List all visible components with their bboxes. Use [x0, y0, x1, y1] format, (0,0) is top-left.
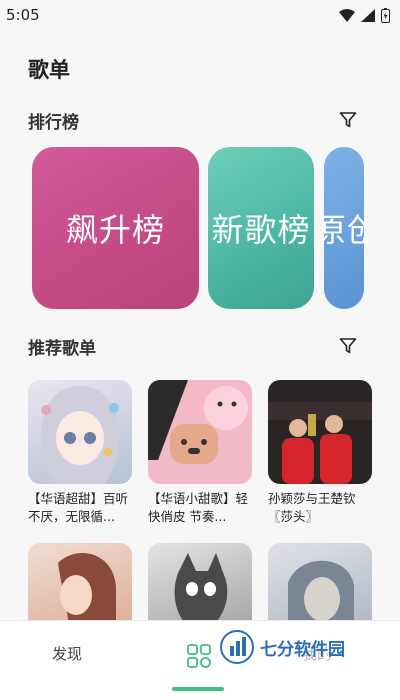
athletes-photo-cover-art	[268, 402, 372, 484]
ranking-card-soaring[interactable]: 飙升榜	[32, 147, 199, 309]
playlist-cover	[148, 380, 252, 484]
status-time: 5:05	[6, 6, 40, 24]
playlist-cover	[268, 380, 372, 484]
playlist-title: 孙颖莎与王楚钦〖莎头〗	[268, 491, 356, 524]
rankings-header: 排行榜	[28, 107, 360, 133]
recommended-header: 推荐歌单	[28, 333, 360, 359]
rankings-filter-button[interactable]	[336, 108, 360, 132]
nav-tab-discover[interactable]: 发现	[52, 643, 82, 664]
rankings-carousel[interactable]: 飙升榜 新歌榜 原创	[32, 147, 400, 309]
cartoon-bear-cover-art	[148, 380, 248, 464]
anime-girl-cover-art	[41, 386, 119, 484]
ranking-card-label: 新歌榜	[211, 211, 311, 249]
playlist-item[interactable]: 孙颖莎与王楚钦〖莎头〗	[268, 380, 372, 526]
page-title: 歌单	[28, 58, 70, 82]
playlist-title: 【华语超甜】百听不厌，无限循...	[28, 491, 129, 524]
playlist-item[interactable]: 【华语小甜歌】轻快俏皮 节奏...	[148, 380, 252, 526]
status-icons	[339, 7, 390, 23]
watermark: 七分软件园	[220, 630, 345, 664]
recommended-filter-button[interactable]	[336, 334, 360, 358]
filter-icon	[339, 338, 357, 354]
nav-tab-playlists[interactable]	[186, 643, 212, 669]
ranking-card-label: 原创	[324, 211, 364, 249]
ranking-card-original[interactable]: 原创	[324, 147, 364, 309]
playlist-item[interactable]: 【华语超甜】百听不厌，无限循...	[28, 380, 132, 526]
rankings-title: 排行榜	[28, 112, 79, 133]
ranking-card-new-songs[interactable]: 新歌榜	[208, 147, 314, 309]
nav-active-indicator	[172, 687, 224, 691]
ranking-card-label: 飙升榜	[65, 211, 165, 249]
status-bar: 5:05	[0, 0, 400, 30]
grid-icon	[187, 644, 211, 668]
filter-icon	[339, 112, 357, 128]
wifi-icon	[339, 8, 355, 22]
watermark-logo-icon	[220, 630, 254, 664]
recommended-title: 推荐歌单	[28, 338, 96, 359]
playlist-cover	[28, 380, 132, 484]
battery-charging-icon	[381, 7, 390, 23]
playlist-title: 【华语小甜歌】轻快俏皮 节奏...	[148, 491, 249, 524]
watermark-text: 七分软件园	[260, 639, 345, 660]
signal-icon	[361, 8, 375, 22]
